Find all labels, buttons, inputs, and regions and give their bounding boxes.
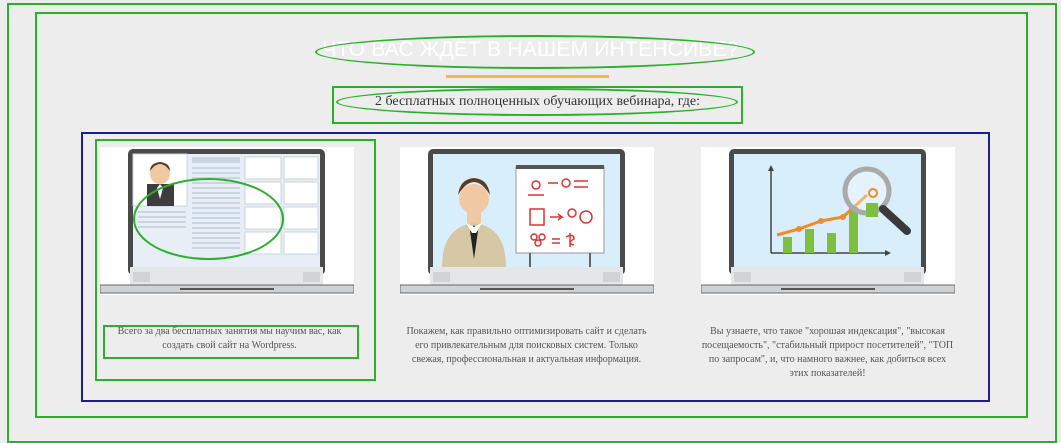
- card1-text: Всего за два бесплатных занятия мы научи…: [117, 326, 342, 351]
- laptop-presenter-whiteboard-icon: [400, 147, 654, 295]
- laptop-growth-chart-icon: [701, 147, 955, 295]
- card3-text: Вы узнаете, что такое "хорошая индексаци…: [701, 326, 954, 379]
- card2-text: Покажем, как правильно оптимизировать са…: [406, 326, 647, 365]
- subtitle-annotation-ellipse: [336, 88, 738, 116]
- title-annotation-ellipse: [315, 35, 755, 69]
- title-underline: [446, 75, 609, 78]
- card1-annotation-ellipse: [133, 178, 284, 260]
